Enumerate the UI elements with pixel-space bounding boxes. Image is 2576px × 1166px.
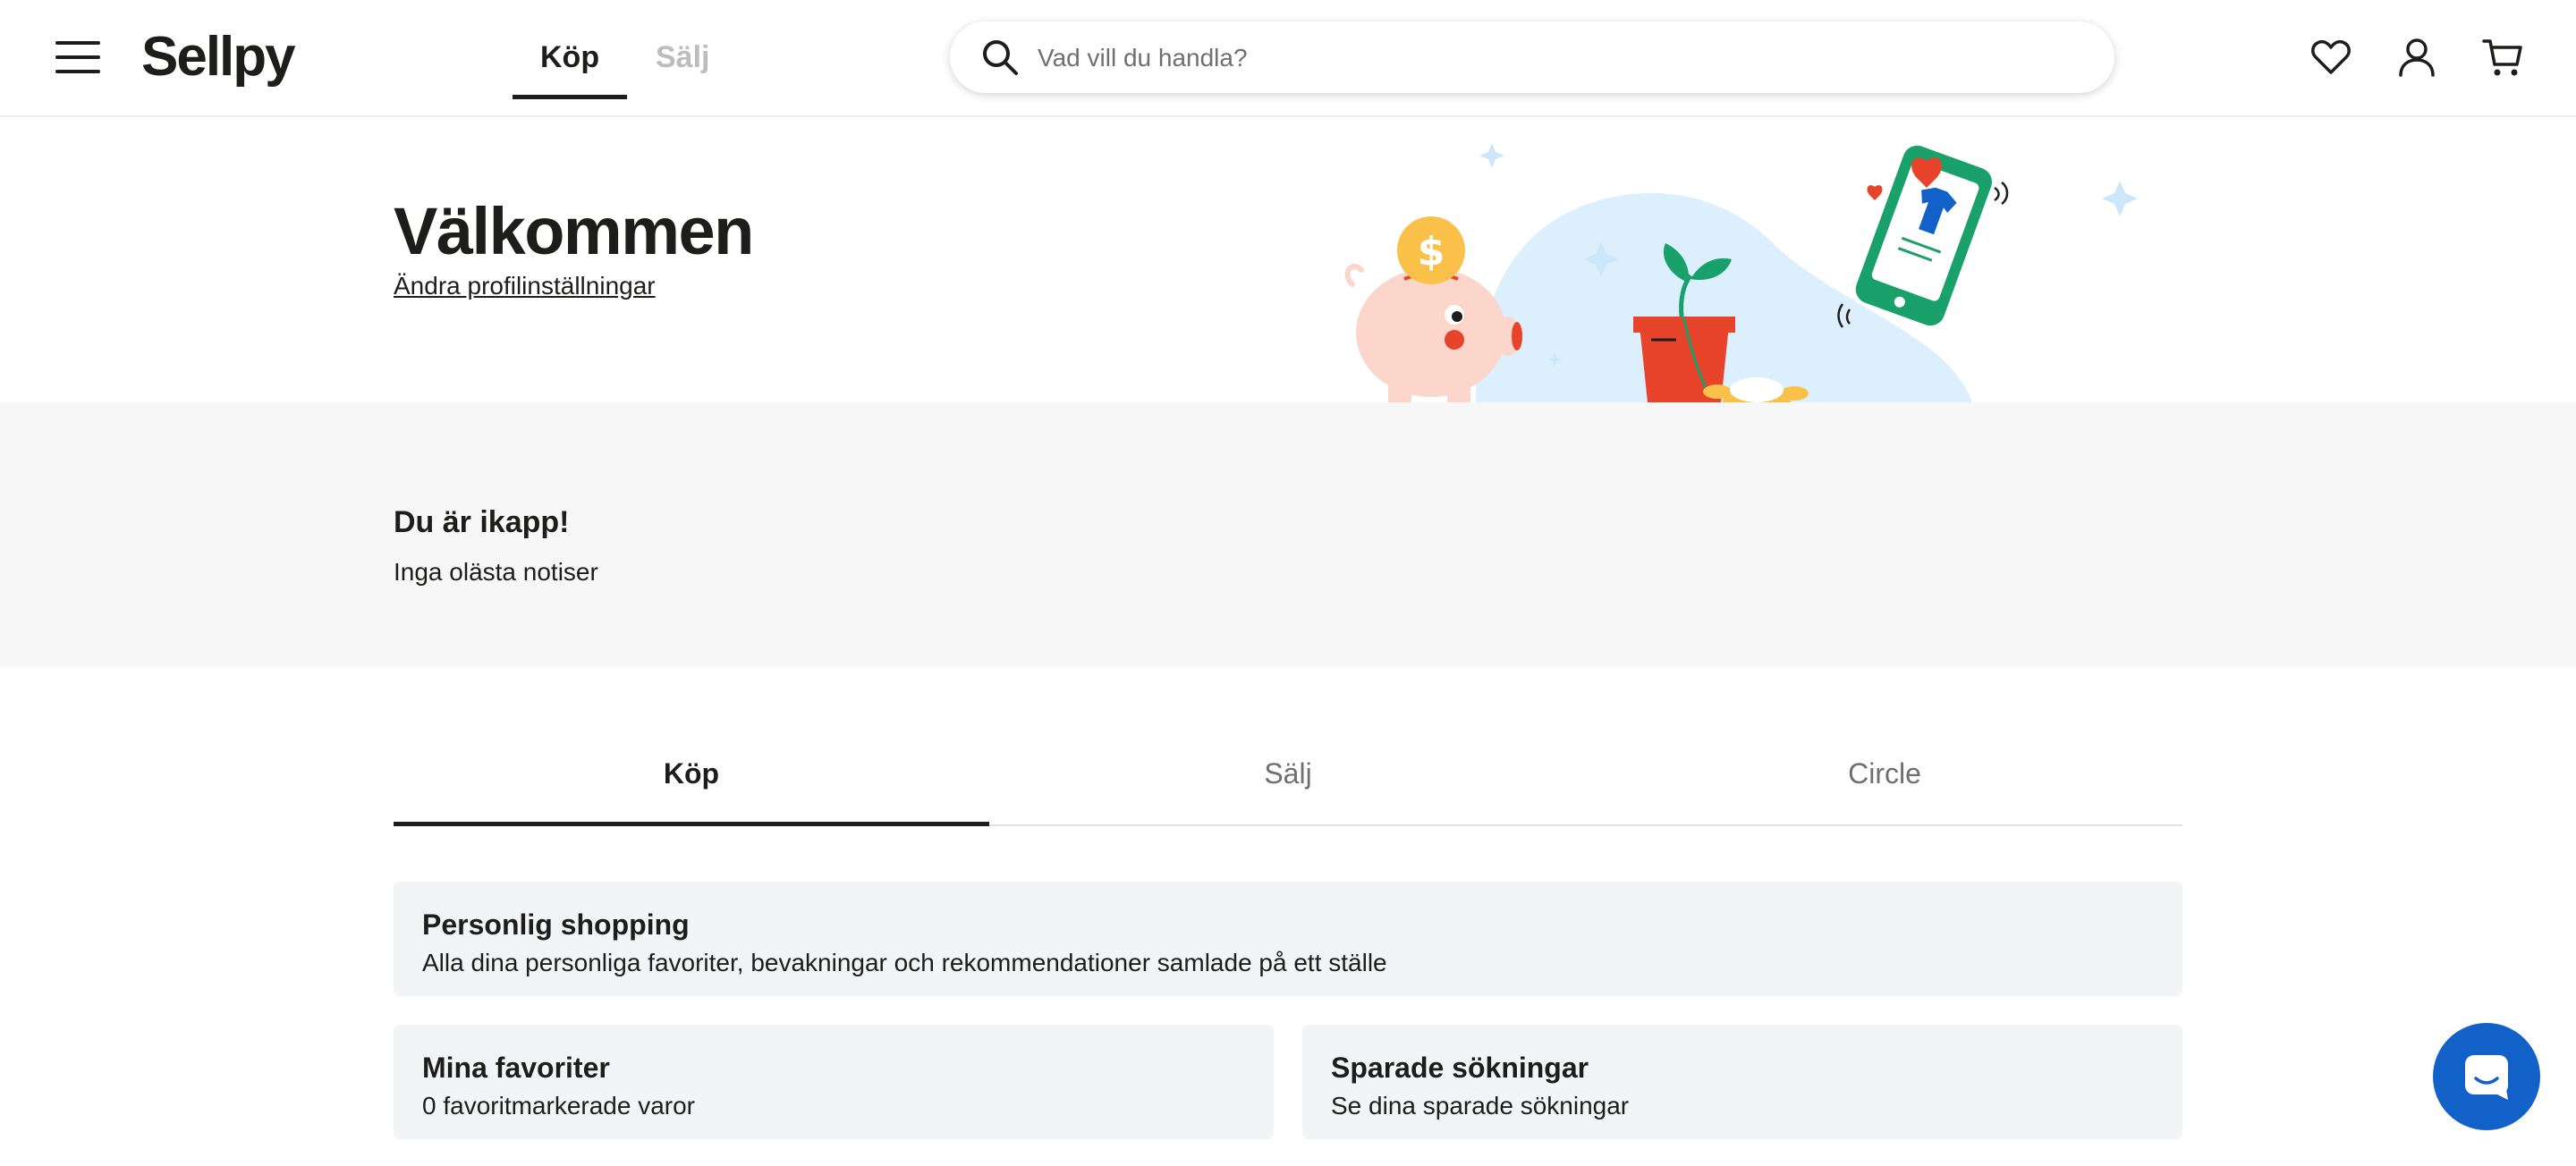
search-input[interactable] [1036,34,2077,82]
saved-searches-card[interactable]: Sparade sökningar Se dina sparade söknin… [1302,1025,2182,1139]
card-subtitle: Se dina sparade sökningar [1331,1092,1630,1120]
cart-icon[interactable] [2481,36,2524,79]
profile-settings-link[interactable]: Ändra profilinställningar [394,270,656,302]
notifications-title: Du är ikapp! [394,505,570,539]
nav-tab-buy[interactable]: Köp [540,32,599,82]
card-title: Sparade sökningar [1331,1052,1589,1084]
tab-buy[interactable]: Köp [394,739,989,826]
svg-text:$: $ [1418,229,1445,275]
site-header: Sellpy Köp Sälj [0,0,2576,117]
nav-active-indicator [513,95,627,99]
search-bar[interactable] [950,21,2114,93]
card-title: Mina favoriter [422,1052,610,1084]
chat-button[interactable] [2433,1023,2540,1130]
card-subtitle: 0 favoritmarkerade varor [422,1092,696,1120]
tab-sell[interactable]: Sälj [990,739,1586,824]
chat-icon [2465,1055,2508,1100]
account-tabs: Köp Sälj Circle [394,739,2182,826]
notifications-subtitle: Inga olästa notiser [394,558,598,586]
menu-icon[interactable] [55,39,100,75]
user-icon[interactable] [2395,36,2438,79]
notifications-panel [0,402,2576,667]
card-title: Personlig shopping [422,908,690,941]
favorites-card[interactable]: Mina favoriter 0 favoritmarkerade varor [394,1025,1274,1139]
tab-circle[interactable]: Circle [1587,739,2182,824]
heart-icon[interactable] [2309,36,2352,79]
logo[interactable]: Sellpy [141,21,296,93]
card-subtitle: Alla dina personliga favoriter, bevaknin… [422,949,1387,976]
personal-shopping-card[interactable]: Personlig shopping Alla dina personliga … [394,882,2182,996]
nav-tab-sell[interactable]: Sälj [656,32,709,82]
search-icon [983,40,1018,75]
page-title: Välkommen [394,194,754,268]
welcome-illustration: $ [1344,143,2138,411]
